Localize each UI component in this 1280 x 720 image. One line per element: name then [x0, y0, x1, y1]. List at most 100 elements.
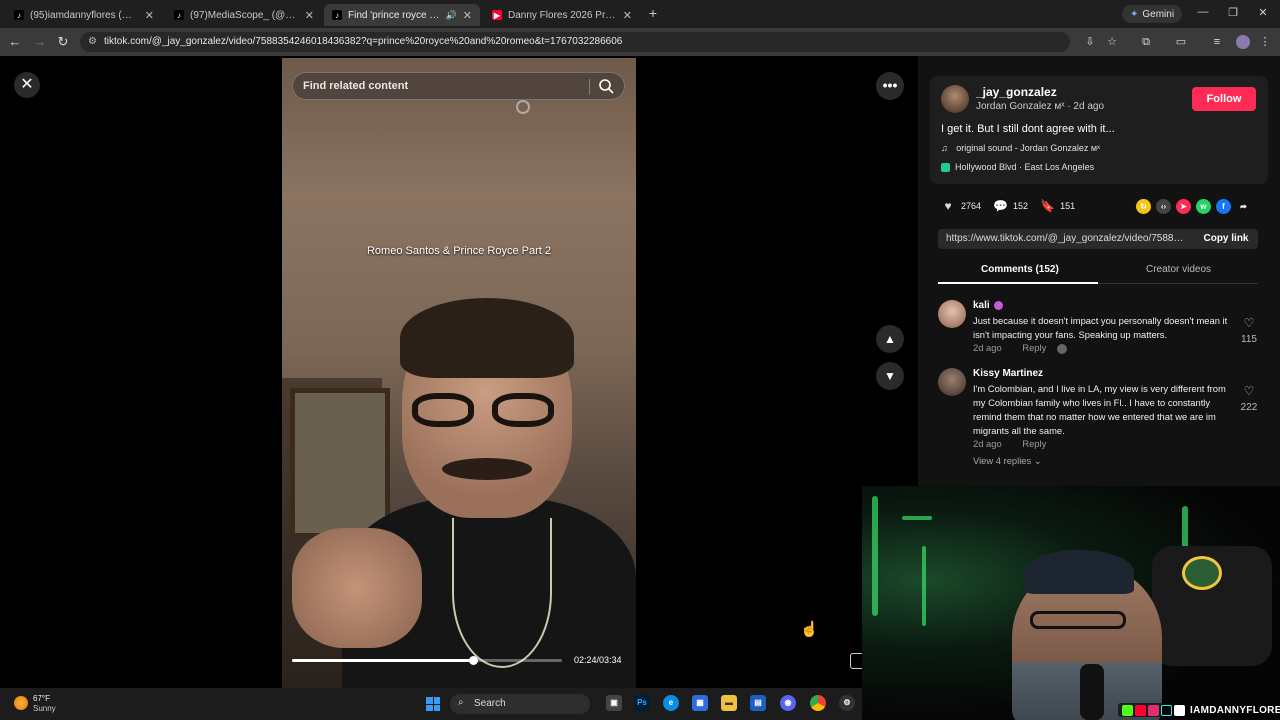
heart-outline-icon[interactable]: ♡: [1238, 316, 1260, 330]
streamer-webcam: [862, 486, 1280, 720]
close-tab-icon[interactable]: ✕: [463, 9, 472, 22]
close-video-button[interactable]: ✕: [14, 72, 40, 98]
share-arrow-icon[interactable]: ➦: [1236, 199, 1251, 214]
view-replies-button[interactable]: View 4 replies ⌄: [973, 455, 1042, 467]
comment-like[interactable]: ♡ 222: [1238, 384, 1260, 413]
gemini-icon: ✦: [1130, 8, 1139, 20]
music-note-icon: ♫: [941, 143, 948, 153]
reply-button[interactable]: Reply: [1022, 342, 1046, 353]
more-options-button[interactable]: •••: [876, 72, 904, 100]
reply-button[interactable]: Reply: [1022, 438, 1046, 449]
weather-temperature[interactable]: 67°F: [33, 694, 50, 703]
edge-icon[interactable]: e: [663, 695, 679, 711]
search-icon[interactable]: [597, 77, 615, 95]
sound-row[interactable]: ♫ original sound - Jordan Gonzalez ᴍˣ: [941, 143, 1100, 153]
close-tab-icon[interactable]: ✕: [145, 9, 154, 22]
browser-tab-active[interactable]: ♪ Find 'prince royce and rom 🔊 ✕: [324, 4, 480, 26]
new-tab-button[interactable]: +: [645, 4, 661, 22]
comment-item: kali Just because it doesn't impact you …: [938, 300, 1260, 360]
bookmark-star-icon[interactable]: ☆: [1105, 35, 1119, 49]
discord-icon[interactable]: ◉: [780, 695, 796, 711]
comment-stat[interactable]: 💬 152: [993, 199, 1028, 213]
close-tab-icon[interactable]: ✕: [623, 9, 632, 22]
file-explorer-icon[interactable]: ▬: [721, 695, 737, 711]
creator-avatar[interactable]: [941, 85, 969, 113]
heart-outline-icon[interactable]: ♡: [1238, 384, 1260, 398]
browser-tab[interactable]: ▶ Danny Flores 2026 Predictions ✕: [484, 4, 640, 26]
restore-icon[interactable]: ❐: [1224, 6, 1242, 19]
speaker-icon[interactable]: 🔊: [446, 10, 457, 21]
heart-icon[interactable]: ♥: [941, 199, 955, 213]
previous-video-button[interactable]: ▲: [876, 325, 904, 353]
minimize-icon[interactable]: —: [1194, 6, 1212, 18]
commenter-avatar[interactable]: [938, 368, 966, 396]
app-icon[interactable]: ▤: [750, 695, 766, 711]
commenter-name[interactable]: Kissy Martinez: [973, 368, 1043, 379]
profile-avatar[interactable]: [1236, 35, 1250, 49]
creator-display-name: Jordan Gonzalez ᴍˣ · 2d ago: [976, 101, 1105, 112]
media-controls-icon[interactable]: ≡: [1210, 35, 1224, 49]
chrome-icon[interactable]: [810, 695, 826, 711]
creator-username[interactable]: _jay_gonzalez: [976, 85, 1057, 99]
kick-icon: [1122, 704, 1133, 716]
store-icon[interactable]: ▦: [692, 695, 708, 711]
embed-icon[interactable]: ‹›: [1156, 199, 1171, 214]
install-app-icon[interactable]: ⇩: [1083, 35, 1097, 49]
webcam-frame-detail: [1080, 664, 1104, 720]
commenter-avatar[interactable]: [938, 300, 966, 328]
location-row[interactable]: Hollywood Blvd · East Los Angeles: [941, 162, 1094, 172]
copy-link-button[interactable]: Copy link: [1194, 229, 1258, 249]
windows-start-icon[interactable]: [426, 697, 440, 711]
weather-sun-icon[interactable]: [14, 696, 28, 710]
save-stat[interactable]: 🔖 151: [1040, 199, 1075, 213]
tiktok-icon: ♪: [174, 10, 184, 20]
related-search-input[interactable]: Find related content: [292, 72, 625, 100]
gemini-button[interactable]: ✦ Gemini: [1122, 5, 1183, 23]
bookmark-icon[interactable]: 🔖: [1040, 199, 1055, 213]
taskbar-search-label: Search: [474, 698, 506, 709]
video-progress-bar[interactable]: [292, 656, 562, 665]
mouse-cursor-icon: ☝: [800, 621, 819, 638]
app-icon[interactable]: ⚙: [839, 695, 855, 711]
send-icon[interactable]: ➤: [1176, 199, 1191, 214]
creator-liked-icon: [1056, 343, 1067, 354]
browser-tab[interactable]: ♪ (97)MediaScope_ (@mediascop ✕: [166, 4, 322, 26]
reload-icon[interactable]: ↻: [55, 34, 71, 50]
extensions-icon[interactable]: ⧉: [1139, 35, 1153, 49]
close-tab-icon[interactable]: ✕: [305, 9, 314, 22]
tab-title: (97)MediaScope_ (@mediascop: [190, 9, 299, 21]
video-frame-detail: [516, 100, 530, 114]
comment-bubble-icon[interactable]: 💬: [993, 199, 1008, 213]
streamer-handle: IAMDANNYFLORES: [1190, 704, 1280, 716]
comment-like[interactable]: ♡ 115: [1238, 316, 1260, 345]
comment-meta: 2d ago Reply: [973, 438, 1064, 449]
x-icon: [1174, 704, 1185, 716]
commenter-name[interactable]: kali: [973, 300, 1003, 311]
back-icon[interactable]: ←: [7, 34, 23, 50]
like-stat[interactable]: ♥ 2764: [941, 199, 981, 213]
follow-button[interactable]: Follow: [1192, 87, 1256, 111]
video-frame-detail: [290, 388, 390, 538]
url-text[interactable]: tiktok.com/@_jay_gonzalez/video/75883542…: [104, 36, 622, 47]
forward-icon[interactable]: →: [32, 34, 48, 50]
tab-comments[interactable]: Comments (152): [981, 264, 1059, 275]
browser-tab[interactable]: ♪ (95)iamdannyflores (@theflores ✕: [6, 4, 162, 26]
share-link-url[interactable]: https://www.tiktok.com/@_jay_gonzalez/vi…: [946, 233, 1188, 244]
webcam-frame-detail: [922, 546, 926, 626]
menu-kebab-icon[interactable]: ⋮: [1258, 35, 1272, 49]
address-bar[interactable]: ⚙ tiktok.com/@_jay_gonzalez/video/758835…: [80, 32, 1070, 52]
tab-title: (95)iamdannyflores (@theflores: [30, 9, 139, 21]
taskbar-search[interactable]: ⌕ Search: [450, 694, 590, 714]
sidebar-icon[interactable]: ▭: [1174, 35, 1188, 49]
weather-condition[interactable]: Sunny: [33, 704, 56, 713]
task-view-icon[interactable]: ▣: [606, 695, 622, 711]
facebook-icon[interactable]: f: [1216, 199, 1231, 214]
tab-creator-videos[interactable]: Creator videos: [1146, 264, 1211, 275]
window-close-icon[interactable]: ✕: [1254, 6, 1272, 19]
repost-icon[interactable]: ↻: [1136, 199, 1151, 214]
site-info-icon[interactable]: ⚙: [88, 36, 97, 47]
photoshop-icon[interactable]: Ps: [634, 695, 650, 711]
whatsapp-icon[interactable]: w: [1196, 199, 1211, 214]
next-video-button[interactable]: ▼: [876, 362, 904, 390]
video-player[interactable]: [282, 58, 636, 688]
